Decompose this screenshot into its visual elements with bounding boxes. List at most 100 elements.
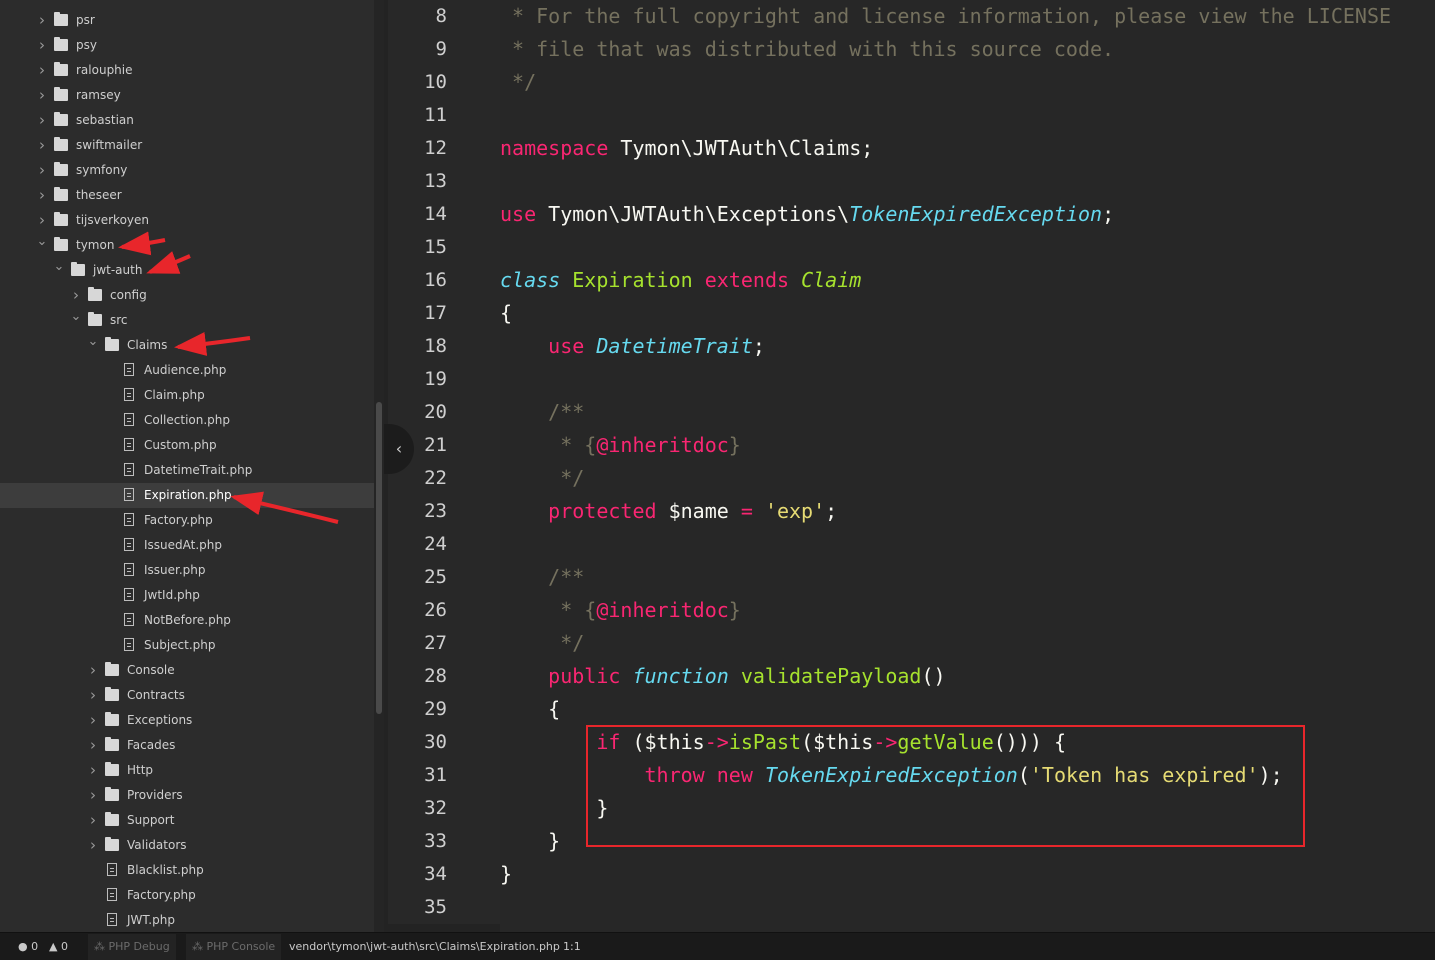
php-debug-button[interactable]: ⁂ PHP Debug [88, 934, 176, 960]
tree-folder[interactable]: ⌄ src [0, 308, 374, 333]
tree-folder[interactable]: › psy [0, 33, 374, 58]
code-token: use [548, 334, 585, 358]
tree-folder[interactable]: › ralouphie [0, 58, 374, 83]
chevron-right-icon[interactable]: › [36, 158, 48, 182]
code-token: TokenExpiredException [849, 202, 1103, 226]
chevron-right-icon[interactable]: › [36, 208, 48, 232]
tree-file[interactable]: Audience.php [0, 358, 374, 383]
chevron-right-icon[interactable]: › [36, 83, 48, 107]
warning-status[interactable]: ▲ 0 [49, 933, 68, 960]
tree-folder[interactable]: › ramsey [0, 83, 374, 108]
tree-file[interactable]: Issuer.php [0, 558, 374, 583]
tree-folder[interactable]: › Contracts [0, 683, 374, 708]
folder-icon [54, 12, 68, 26]
tree-file[interactable]: NotBefore.php [0, 608, 374, 633]
tree-item-label: sebastian [76, 113, 134, 127]
tree-item-label: Claims [127, 338, 168, 352]
tree-item-label: Http [127, 763, 154, 777]
file-path[interactable]: vendor\tymon\jwt-auth\src\Claims\Expirat… [289, 933, 560, 960]
code-token: $name [656, 499, 741, 523]
code-token: getValue [897, 730, 994, 754]
tree-folder[interactable]: › Facades [0, 733, 374, 758]
chevron-right-icon[interactable]: › [87, 708, 99, 732]
chevron-right-icon[interactable]: › [87, 783, 99, 807]
tree-file[interactable]: DatetimeTrait.php [0, 458, 374, 483]
tree-folder[interactable]: ⌄ Claims [0, 333, 374, 358]
chevron-down-icon[interactable]: ⌄ [87, 333, 99, 351]
line-number: 30 [424, 731, 447, 753]
cursor-position[interactable]: 1:1 [563, 933, 581, 960]
chevron-right-icon[interactable]: › [36, 8, 48, 32]
tree-folder[interactable]: › sebastian [0, 108, 374, 133]
tree-file[interactable]: JwtId.php [0, 583, 374, 608]
chevron-right-icon[interactable]: › [36, 108, 48, 132]
file-icon [107, 888, 117, 901]
tree-folder[interactable]: › Http [0, 758, 374, 783]
chevron-right-icon[interactable]: › [36, 133, 48, 157]
tree-folder[interactable]: › tijsverkoyen [0, 208, 374, 233]
folder-icon [105, 337, 119, 351]
chevron-down-icon[interactable]: ⌄ [36, 233, 48, 251]
tree-folder[interactable]: › Exceptions [0, 708, 374, 733]
line-number: 25 [424, 566, 447, 588]
tree-folder[interactable]: › Providers [0, 783, 374, 808]
tree-folder[interactable]: › Console [0, 658, 374, 683]
tree-file[interactable]: Expiration.php [0, 483, 374, 508]
chevron-right-icon[interactable]: › [36, 58, 48, 82]
tree-file[interactable]: Custom.php [0, 433, 374, 458]
code-token: { [500, 697, 561, 721]
code-line: use Tymon\JWTAuth\Exceptions\TokenExpire… [500, 198, 1114, 231]
tree-folder[interactable]: ⌄ tymon [0, 233, 374, 258]
code-line: } [500, 792, 608, 825]
tree-file[interactable]: Factory.php [0, 883, 374, 908]
tree-folder[interactable]: › theseer [0, 183, 374, 208]
chevron-right-icon[interactable]: › [87, 808, 99, 832]
line-number: 24 [424, 533, 447, 555]
tree-file[interactable]: IssuedAt.php [0, 533, 374, 558]
tree-folder[interactable]: ⌄ jwt-auth [0, 258, 374, 283]
chevron-down-icon[interactable]: ⌄ [70, 308, 82, 326]
tree-folder[interactable]: › psr [0, 8, 374, 33]
tree-file[interactable]: Subject.php [0, 633, 374, 658]
tree-folder[interactable]: › config [0, 283, 374, 308]
tree-file[interactable]: Claim.php [0, 383, 374, 408]
file-icon [124, 563, 134, 576]
tree-file[interactable]: Factory.php [0, 508, 374, 533]
file-icon [124, 588, 134, 601]
tree-view-scrollbar-thumb[interactable] [376, 402, 382, 714]
code-line: */ [500, 462, 584, 495]
chevron-down-icon[interactable]: ⌄ [53, 258, 65, 276]
tree-folder[interactable]: › Support [0, 808, 374, 833]
code-token: /** [500, 565, 585, 589]
tree-item-label: Factory.php [144, 513, 213, 527]
chevron-right-icon[interactable]: › [87, 833, 99, 857]
folder-icon [105, 837, 119, 851]
line-number: 8 [435, 5, 447, 27]
chevron-right-icon[interactable]: › [87, 683, 99, 707]
line-number: 35 [424, 896, 447, 918]
tree-file[interactable]: JWT.php [0, 908, 374, 932]
tree-folder[interactable]: › Validators [0, 833, 374, 858]
tree-file[interactable]: Collection.php [0, 408, 374, 433]
tree-folder[interactable]: › symfony [0, 158, 374, 183]
error-status[interactable]: ● 0 [18, 933, 38, 960]
chevron-right-icon[interactable]: › [36, 183, 48, 207]
code-line: * {@inheritdoc} [500, 429, 741, 462]
tree-item-label: symfony [76, 163, 128, 177]
chevron-right-icon[interactable]: › [36, 33, 48, 57]
chevron-right-icon[interactable]: › [87, 733, 99, 757]
line-number: 34 [424, 863, 447, 885]
chevron-right-icon[interactable]: › [87, 658, 99, 682]
tree-file[interactable]: Blacklist.php [0, 858, 374, 883]
tree-folder[interactable]: › swiftmailer [0, 133, 374, 158]
code-token: 'Token has expired' [1029, 763, 1259, 787]
code-token: */ [500, 466, 585, 490]
folder-icon [54, 212, 68, 226]
code-token: ($this [620, 730, 705, 754]
chevron-right-icon[interactable]: › [70, 283, 82, 307]
tree-view-scrollbar[interactable] [374, 0, 384, 932]
php-console-button[interactable]: ⁂ PHP Console [186, 934, 282, 960]
code-token: isPast [728, 730, 802, 754]
chevron-right-icon[interactable]: › [87, 758, 99, 782]
